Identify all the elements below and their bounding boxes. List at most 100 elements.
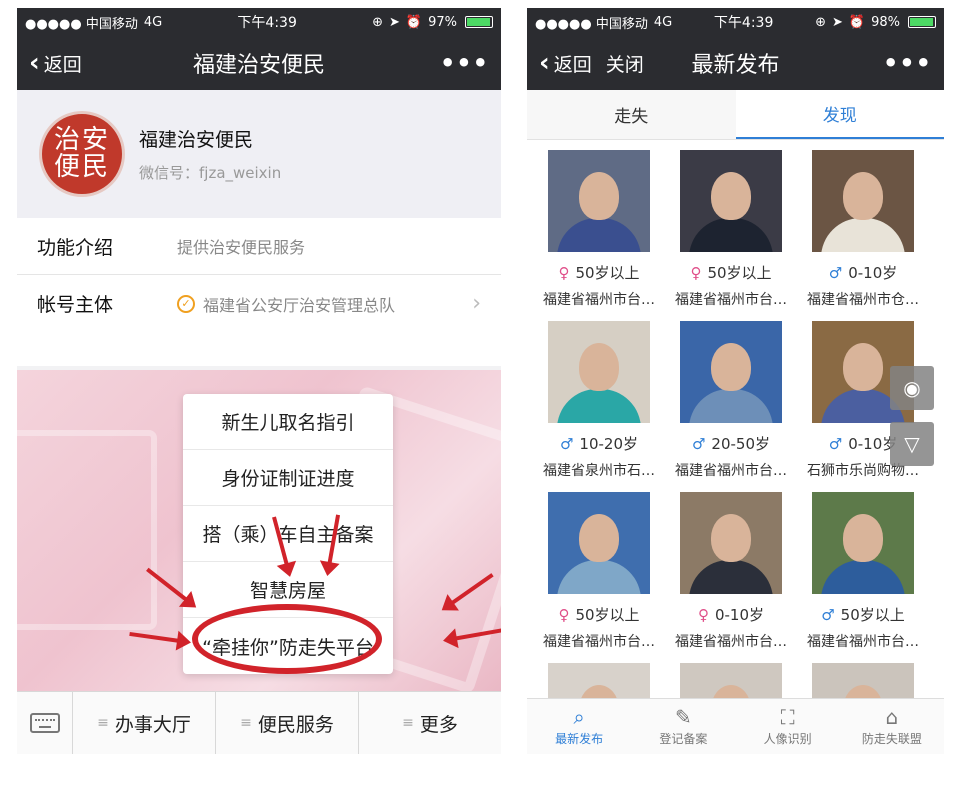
avatar: 治安 便民 [39,111,125,197]
person-age: 0-10岁 [848,264,898,282]
male-icon: ♂ [828,263,843,282]
person-card[interactable]: ♀ 0-10岁 福建省福州市台… [665,492,797,651]
tabbar-label: 人像识别 [763,731,812,746]
menu-button-label: 更多 [419,713,458,736]
decorative-shape [17,430,157,630]
person-meta: ♀ 50岁以上 [558,604,639,625]
lock-rotation-icon: ⊕ [815,14,826,30]
bottom-menu-bar: ≡ 办事大厅 ≡ 便民服务 ≡ 更多 [17,691,501,754]
person-card[interactable]: ♂ 20-50岁福建省福州市台… [665,321,797,480]
person-age: 50岁以上 [575,606,640,624]
tab-missing[interactable]: 走失 [527,90,736,139]
photo-body-shape [557,560,641,594]
left-phone-screen: ●●●●● 中国移动 4G 下午4:39 ⊕ ➤ ⏰ 97% ‹ 返回 福建治安… [17,8,501,754]
photo-head-shape [711,343,751,391]
person-meta: ♂ 20-50岁 [692,433,770,454]
menu-item-baby-naming[interactable]: 新生儿取名指引 [183,394,393,450]
menu-button-service-hall[interactable]: ≡ 办事大厅 [73,692,216,754]
photo-head-shape [579,172,619,220]
photo-body-shape [689,218,773,252]
person-age: 20-50岁 [711,435,771,453]
tabbar-item[interactable]: ⌕ 最新发布 [527,699,631,754]
person-meta: ♂ 50岁以上 [821,604,905,625]
person-location: 福建省福州市台… [675,463,787,479]
menu-lines-icon: ≡ [402,715,414,731]
person-age: 0-10岁 [714,606,765,624]
female-icon: ♀ [690,263,702,282]
verified-icon: ✓ [177,294,195,313]
photo-body-shape [821,560,905,594]
more-button[interactable]: ••• [883,49,932,77]
camera-button[interactable]: ◉ [890,366,934,410]
photo-head-shape [579,343,619,391]
menu-lines-icon: ≡ [240,715,252,731]
battery-icon [907,16,936,28]
male-icon: ♂ [821,605,835,624]
search-icon: ⌕ [573,704,585,729]
close-button[interactable]: 关闭 [606,50,644,77]
account-info: 功能介绍 提供治安便民服务 帐号主体 ✓ 福建省公安厅治安管理总队 › [17,218,501,332]
person-photo [812,492,914,594]
person-location: 福建省福州市台… [543,292,655,308]
keyboard-toggle-button[interactable] [17,692,73,754]
back-button[interactable]: ‹ 返回 关闭 [539,50,644,77]
network-label: 4G [653,14,673,30]
person-card[interactable]: ♀ 50岁以上 福建省福州市台… [533,150,665,309]
person-photo [680,150,782,252]
person-photo [680,321,782,423]
back-button[interactable]: ‹ 返回 [29,50,82,77]
info-value-text: 提供治安便民服务 [177,238,306,257]
filter-button[interactable]: ▽ [890,422,934,466]
alarm-icon: ⏰ [405,14,423,30]
carrier-label: ●●●●● 中国移动 [25,16,138,32]
status-time: 下午4:39 [713,15,774,31]
location-arrow-icon: ➤ [388,14,400,30]
chevron-left-icon: ‹ [539,48,550,78]
person-card[interactable]: ♀ 50岁以上 福建省福州市台… [665,150,797,309]
avatar-text-line-2: 便民 [53,152,110,182]
info-row-owner[interactable]: 帐号主体 ✓ 福建省公安厅治安管理总队 › [17,275,501,332]
person-location: 福建省福州市台… [675,292,787,308]
person-card[interactable]: ♂ 10-20岁 福建省泉州市石… [533,321,665,480]
menu-lines-icon: ≡ [97,715,109,731]
info-value: ✓ 福建省公安厅治安管理总队 [177,292,472,316]
photo-head-shape [711,172,751,220]
page-title: 福建治安便民 [192,53,325,78]
home-plus-icon: ⌂ [885,704,899,729]
menu-item-ride-registration[interactable]: 搭（乘）车自主备案 [183,506,393,562]
male-icon: ♂ [559,434,574,453]
male-icon: ♂ [691,434,706,453]
menu-button-convenience-services[interactable]: ≡ 便民服务 [216,692,359,754]
alarm-icon: ⏰ [848,14,866,30]
person-photo [548,321,650,423]
male-icon: ♂ [828,434,843,453]
person-meta: ♂ 10-20岁 [560,433,638,454]
menu-button-label: 便民服务 [257,713,334,736]
female-icon: ♀ [558,605,570,624]
filter-icon: ▽ [904,432,920,456]
right-phone-screen: ●●●●● 中国移动 4G 下午4:39 ⊕ ➤ ⏰ 98% ‹ 返回 关闭 最… [527,8,944,754]
keyboard-icon [29,713,60,733]
person-card[interactable]: ♂ 50岁以上 福建省福州市台… [797,492,929,651]
menu-button-more[interactable]: ≡ 更多 [359,692,501,754]
menu-item-id-card-progress[interactable]: 身份证制证进度 [183,450,393,506]
person-grid: ♀ 50岁以上 福建省福州市台… ♀ 50岁以上 福建省福州市台… ♂ 0-10岁 福建省福州市… [527,140,944,754]
person-age: 10-20岁 [579,435,639,453]
person-card[interactable]: ♀ 50岁以上 福建省福州市台… [533,492,665,651]
tabbar-label: 防走失联盟 [861,731,922,746]
person-card[interactable]: ♂ 0-10岁福建省福州市仓… [797,150,929,309]
tabbar-item[interactable]: ⌂ 防走失联盟 [840,699,944,754]
photo-head-shape [843,514,883,562]
photo-body-shape [821,218,905,252]
back-label: 返回 [553,53,592,76]
more-button[interactable]: ••• [440,49,489,77]
tab-found[interactable]: 发现 [735,90,944,139]
person-location: 福建省福州市仓… [807,292,919,308]
tabbar-item[interactable]: ⛶ 人像识别 [736,699,840,754]
spacer [17,332,501,366]
wechat-id: 微信号：fjza_weixin [139,164,282,182]
pencil-icon: ✎ [674,704,692,729]
tabbar-item[interactable]: ✎ 登记备案 [631,699,735,754]
status-bar: ●●●●● 中国移动 4G 下午4:39 ⊕ ➤ ⏰ 97% [17,8,501,36]
network-label: 4G [143,14,163,30]
